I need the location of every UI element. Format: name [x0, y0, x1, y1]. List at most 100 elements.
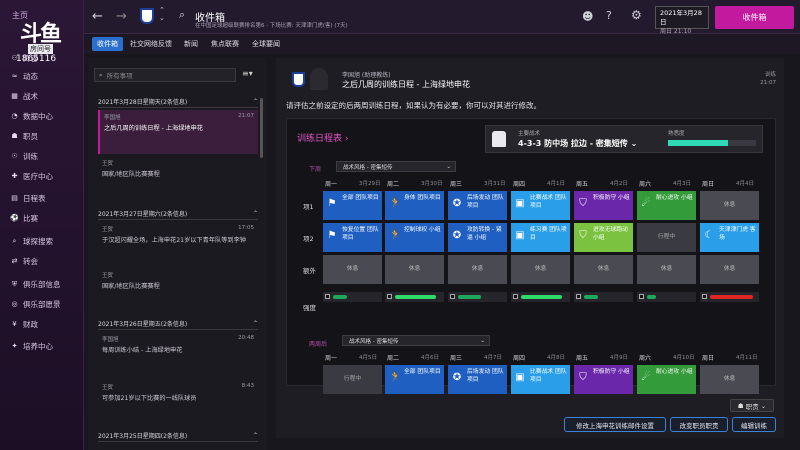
session-cell[interactable]: ▣ 练习赛 团队项目: [511, 223, 570, 252]
session-cell[interactable]: 休息: [323, 255, 382, 284]
session-cell[interactable]: ✪ 后场发动 团队项目: [448, 191, 507, 220]
edit-training-button[interactable]: 编辑训练: [732, 417, 776, 432]
search-icon[interactable]: ⌕: [179, 8, 185, 22]
session-cell[interactable]: 休息: [511, 255, 570, 284]
week1-style-select[interactable]: 战术风格 - 密集短传 ⌄: [336, 161, 456, 172]
intensity-bar[interactable]: [700, 292, 759, 302]
session-icon: ▣: [515, 230, 525, 241]
session-label: 耐心进攻 小组: [656, 195, 693, 201]
group-header[interactable]: 2021年3月26日星期五(2条信息) ⌃: [98, 318, 258, 330]
session-cell[interactable]: 行程中: [637, 223, 696, 252]
nav-item-transfers[interactable]: ⇄ 转会: [0, 253, 84, 269]
game-date[interactable]: 2021年3月28日 周日 21:10: [655, 6, 709, 35]
nav-item-tactics[interactable]: ▦ 战术: [0, 88, 84, 104]
session-cell[interactable]: 休息: [448, 255, 507, 284]
club-crest-icon[interactable]: [140, 8, 154, 24]
tactic-panel[interactable]: 主要战术 4-3-3 防中场 拉边 - 密集短传 ⌄ 熟悉度: [485, 125, 763, 153]
history-chevron-icon[interactable]: ⌃ ⌄: [159, 6, 165, 22]
session-cell[interactable]: ☄ 耐心进攻 小组: [637, 365, 696, 394]
role-dropdown[interactable]: ☗ 职责 ⌄: [730, 399, 774, 412]
schedule-title[interactable]: 训练日程表 ›: [297, 131, 348, 144]
list-item[interactable]: 王贺 8:43 可参加21岁以下比赛的一线队球员: [98, 380, 258, 408]
intensity-bar[interactable]: [511, 292, 570, 302]
nav-item-youth[interactable]: ✦ 培养中心: [0, 338, 84, 354]
intensity-bar[interactable]: [448, 292, 507, 302]
group-header[interactable]: 2021年3月25日星期四(2条信息) ⌃: [98, 430, 258, 442]
group-header[interactable]: 2021年3月28日星期天(2条信息) ⌃: [98, 96, 258, 108]
session-cell[interactable]: 休息: [700, 191, 759, 220]
collapse-icon[interactable]: ⌃: [253, 320, 258, 327]
nav-item-scouting[interactable]: ⌕ 球探搜索: [0, 233, 84, 249]
session-cell[interactable]: ✪ 攻防转换 - 紧逼 小组: [448, 223, 507, 252]
nav-item-club-info[interactable]: ⛨ 俱乐部信息: [0, 276, 84, 292]
continue-button[interactable]: 收件箱: [715, 6, 794, 29]
group-label: 2021年3月25日星期四(2条信息): [98, 433, 188, 440]
nav-item-matches[interactable]: ⚽ 比赛: [0, 210, 84, 226]
intensity-bar[interactable]: [323, 292, 382, 302]
inbox-list: ⌕ 所有事项 ≡▾ 2021年3月28日星期天(2条信息) ⌃ 李国旭 21:07 …: [88, 58, 266, 450]
tab-inbox[interactable]: 收件箱: [92, 37, 123, 51]
scrollbar[interactable]: [260, 98, 263, 158]
session-cell[interactable]: ⛉ 积极防守 小组: [574, 365, 633, 394]
nav-item-dynamics[interactable]: ≈ 动态: [0, 68, 84, 84]
list-item[interactable]: 王贺 17:05 于汉超闪耀全场，上海申花21岁以下青年队等到李钟: [98, 222, 258, 258]
change-staff-role-button[interactable]: 改变职员职责: [670, 417, 728, 432]
search-input[interactable]: ⌕ 所有事项: [94, 68, 236, 82]
transfer-icon: ⇄: [11, 257, 18, 265]
collapse-icon[interactable]: ⌃: [253, 432, 258, 439]
tab-global-news[interactable]: 全球要闻: [247, 37, 285, 51]
session-cell[interactable]: ⚑ 全部 团队项目: [323, 191, 382, 220]
session-cell[interactable]: 行程中: [323, 365, 382, 394]
tab-news[interactable]: 新闻: [179, 37, 203, 51]
nav-label: 数据中心: [23, 111, 53, 121]
session-cell[interactable]: ⚑ 恢复位置 团队项目: [323, 223, 382, 252]
help-icon[interactable]: ?: [606, 9, 612, 22]
session-cell[interactable]: ✪ 后场发动 团队项目: [448, 365, 507, 394]
nav-item-training[interactable]: ☉ 训练: [0, 148, 84, 164]
session-cell[interactable]: ⛉ 积极防守 小组: [574, 191, 633, 220]
intensity-bar[interactable]: [637, 292, 696, 302]
tab-social-feedback[interactable]: 社交网络反馈: [125, 37, 177, 51]
nav-item-club-vision[interactable]: ◎ 俱乐部愿景: [0, 296, 84, 312]
group-label: 2021年3月28日星期天(2条信息): [98, 99, 188, 106]
nav-item-staff[interactable]: ☗ 职员: [0, 128, 84, 144]
session-cell[interactable]: ▣ 比赛战术 团队项目: [511, 365, 570, 394]
nav-item-squad[interactable]: ⚇ 阵容: [0, 50, 84, 66]
sender-name[interactable]: 李国旭 (助理教练): [342, 70, 391, 79]
session-cell[interactable]: 休息: [700, 255, 759, 284]
nav-item-finance[interactable]: ¥ 财政: [0, 316, 84, 332]
chevron-down-icon[interactable]: ⌄: [631, 139, 638, 148]
collapse-icon[interactable]: ⌃: [253, 98, 258, 105]
list-item[interactable]: 王贺 国家/地区队比赛赛程: [98, 156, 258, 182]
session-cell[interactable]: ⛉ 进攻无球跑动 小组: [574, 223, 633, 252]
tab-focus-leagues[interactable]: 焦点联赛: [206, 37, 244, 51]
week2-style-select[interactable]: 战术风格 - 密集短传 ⌄: [342, 335, 490, 346]
session-cell[interactable]: 🏃 控制球权 小组: [385, 223, 444, 252]
session-cell[interactable]: 🏃 全部 团队项目: [385, 365, 444, 394]
nav-item-schedule[interactable]: ▤ 日程表: [0, 190, 84, 206]
nav-item-data-hub[interactable]: ◔ 数据中心: [0, 108, 84, 124]
edit-mail-settings-button[interactable]: 修改上海申花训练邮件设置: [564, 417, 666, 432]
list-item[interactable]: 王贺 国家/地区队比赛赛程: [98, 268, 258, 294]
session-cell[interactable]: ▣ 比赛战术 团队项目: [511, 191, 570, 220]
session-cell[interactable]: 休息: [637, 255, 696, 284]
session-cell[interactable]: 休息: [700, 365, 759, 394]
session-cell[interactable]: 休息: [574, 255, 633, 284]
forward-arrow-icon[interactable]: →: [116, 9, 127, 24]
intensity-bar[interactable]: [574, 292, 633, 302]
list-item[interactable]: 李国旭 21:07 之后几周的训练日程 - 上海绿地申花: [98, 110, 258, 154]
avatar-icon[interactable]: ☻: [582, 10, 593, 23]
session-cell[interactable]: ☄ 耐心进攻 小组: [637, 191, 696, 220]
collapse-icon[interactable]: ⌃: [253, 210, 258, 217]
group-header[interactable]: 2021年3月27日星期六(2条信息) ⌃: [98, 208, 258, 220]
intensity-bar[interactable]: [385, 292, 444, 302]
sender-avatar[interactable]: [310, 68, 328, 90]
back-arrow-icon[interactable]: ←: [92, 9, 103, 24]
list-item[interactable]: 李国旭 20:48 每周训练小结 - 上海绿地申花: [98, 332, 258, 360]
session-cell[interactable]: ☾ 天津津门虎 客场: [700, 223, 759, 252]
session-cell[interactable]: 休息: [385, 255, 444, 284]
nav-item-medical[interactable]: ✚ 医疗中心: [0, 168, 84, 184]
gear-icon[interactable]: ⚙: [631, 8, 642, 22]
list-options-icon[interactable]: ≡▾: [242, 69, 253, 78]
session-cell[interactable]: 🏃 身体 团队项目: [385, 191, 444, 220]
